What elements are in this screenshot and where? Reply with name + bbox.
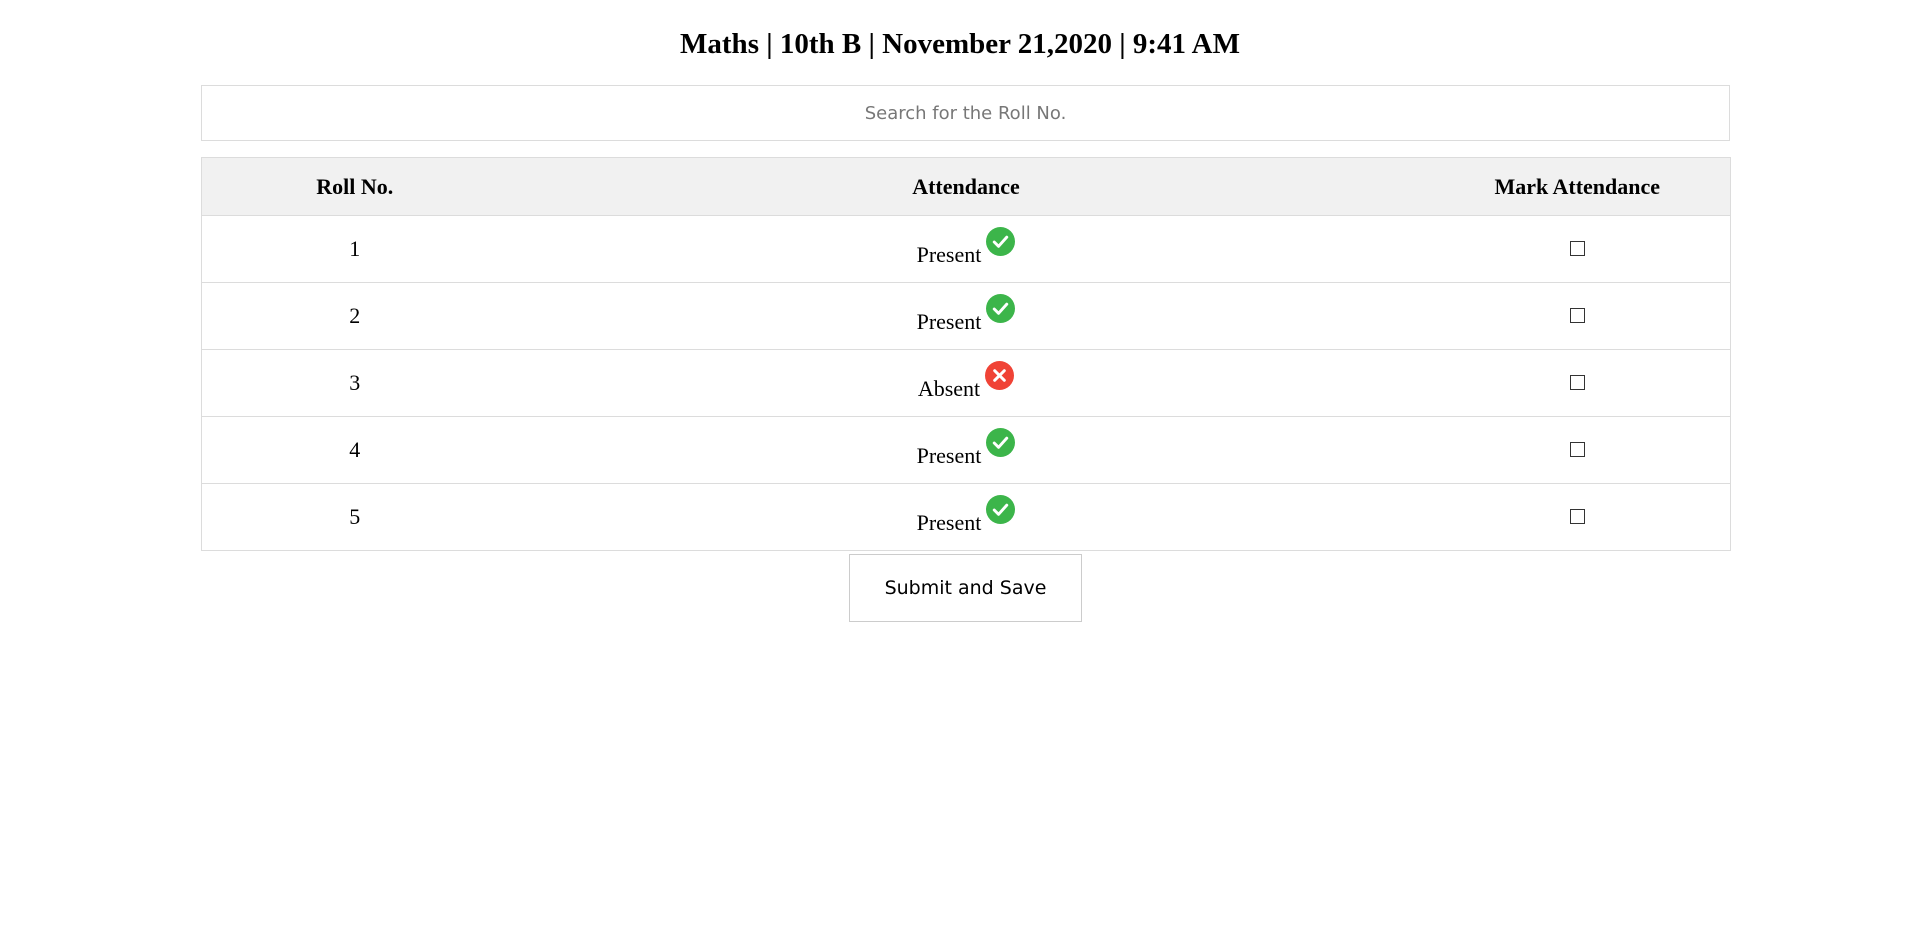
mark-attendance-checkbox[interactable] [1569, 442, 1585, 458]
submit-and-save-button[interactable]: Submit and Save [849, 554, 1082, 622]
column-header-mark-attendance: Mark Attendance [1424, 157, 1731, 216]
mark-attendance-cell [1424, 416, 1731, 484]
table-row: 1 Present [201, 215, 1731, 283]
status-label: Present [916, 442, 982, 468]
table-row: 2 Present [201, 282, 1731, 350]
page-title: Maths | 10th B | November 21,2020 | 9:41… [680, 28, 1240, 60]
check-circle-icon [986, 494, 1016, 524]
table-row: 5 Present [201, 483, 1731, 551]
check-circle-icon [986, 427, 1016, 457]
column-header-attendance: Attendance [507, 157, 1425, 216]
table-row: 4 Present [201, 416, 1731, 484]
column-header-roll: Roll No. [201, 157, 508, 216]
mark-attendance-cell [1424, 282, 1731, 350]
mark-attendance-checkbox[interactable] [1569, 241, 1585, 257]
attendance-status: Present [917, 226, 1016, 267]
mark-attendance-checkbox[interactable] [1569, 375, 1585, 391]
table-header-row: Roll No. Attendance Mark Attendance [201, 157, 1731, 216]
attendance-table: Roll No. Attendance Mark Attendance 1 Pr… [201, 157, 1731, 551]
table-row: 3 Absent [201, 349, 1731, 417]
attendance-cell: Present [507, 215, 1425, 283]
check-circle-icon [986, 293, 1016, 323]
roll-number: 2 [201, 282, 508, 350]
status-label: Present [916, 509, 982, 535]
mark-attendance-cell [1424, 215, 1731, 283]
mark-attendance-checkbox[interactable] [1569, 509, 1585, 525]
roll-number: 3 [201, 349, 508, 417]
attendance-status: Present [917, 494, 1016, 535]
attendance-status: Absent [918, 360, 1015, 401]
attendance-cell: Absent [507, 349, 1425, 417]
attendance-cell: Present [507, 282, 1425, 350]
check-circle-icon [986, 226, 1016, 256]
attendance-cell: Present [507, 416, 1425, 484]
mark-attendance-checkbox[interactable] [1569, 308, 1585, 324]
table-header: Roll No. Attendance Mark Attendance [201, 157, 1731, 216]
attendance-cell: Present [507, 483, 1425, 551]
table-body: 1 Present 2 Present 3 Absent 4 Present 5… [201, 215, 1731, 551]
roll-number: 1 [201, 215, 508, 283]
roll-number: 5 [201, 483, 508, 551]
search-bar [201, 85, 1730, 141]
attendance-status: Present [917, 293, 1016, 334]
attendance-status: Present [917, 427, 1016, 468]
status-label: Present [916, 241, 982, 267]
status-label: Absent [917, 375, 981, 401]
status-label: Present [916, 308, 982, 334]
cross-circle-icon [985, 360, 1015, 390]
mark-attendance-cell [1424, 349, 1731, 417]
mark-attendance-cell [1424, 483, 1731, 551]
roll-number: 4 [201, 416, 508, 484]
search-input[interactable] [201, 85, 1730, 141]
